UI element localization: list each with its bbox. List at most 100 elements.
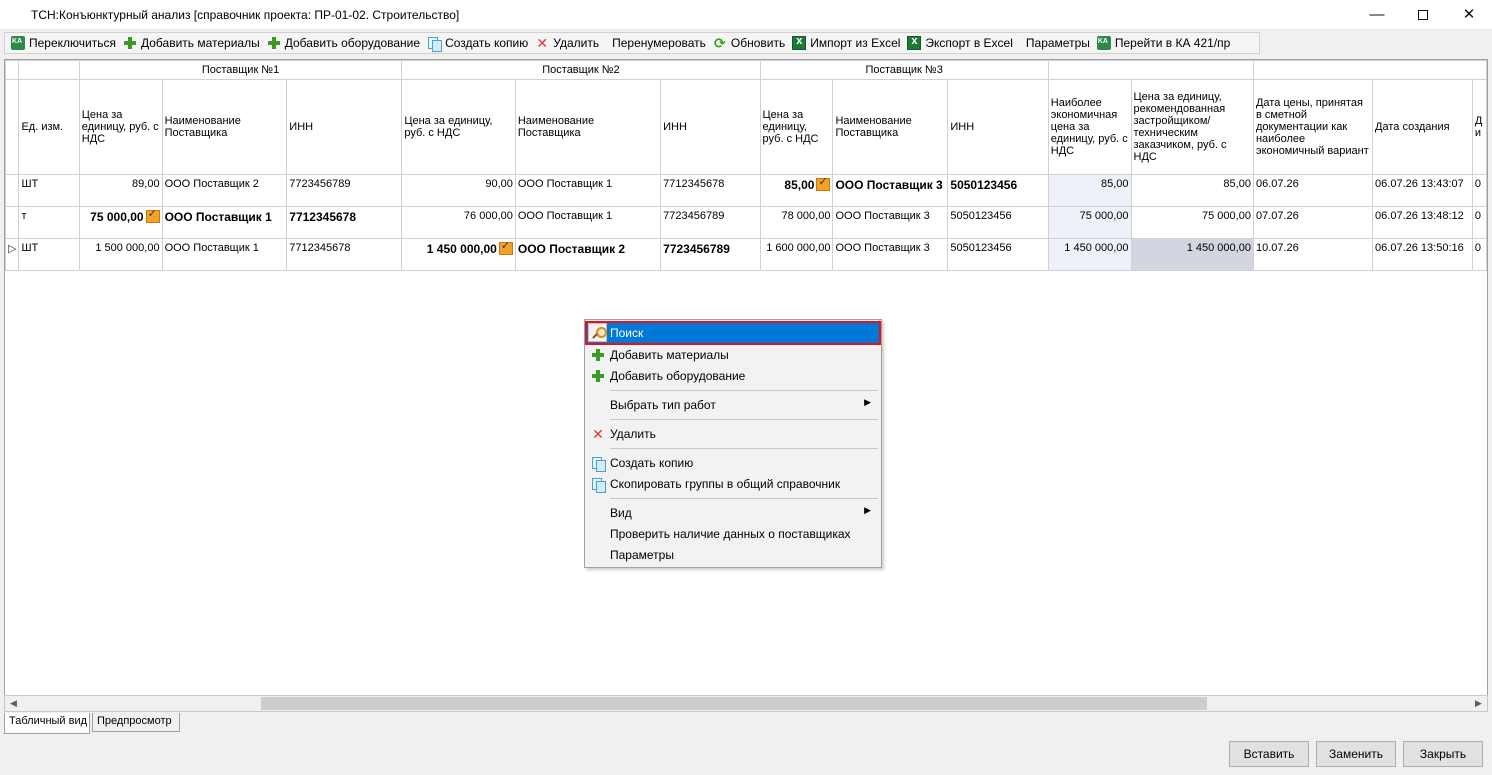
menu-item-add-materials[interactable]: Добавить материалы — [587, 345, 879, 365]
menu-item-create-copy[interactable]: Создать копию — [587, 453, 879, 473]
tab-preview[interactable]: Предпросмотр — [92, 713, 180, 732]
import-excel-button[interactable]: Импорт из Excel — [790, 33, 904, 53]
table-row[interactable]: ШТ 89,00 ООО Поставщик 2 7723456789 90,0… — [5, 174, 1487, 207]
cell-recommended-price[interactable]: 75 000,00 — [1130, 206, 1254, 239]
refresh-button[interactable]: ⟳ Обновить — [711, 33, 789, 53]
export-excel-button[interactable]: Экспорт в Excel — [905, 33, 1016, 53]
cell-price-date[interactable]: 07.07.26 — [1252, 206, 1374, 239]
cell-p1-name[interactable]: ООО Поставщик 1 — [161, 206, 288, 239]
column-header[interactable]: Цена за единицу, руб. с НДС — [759, 79, 834, 175]
cell-p2-price[interactable]: 1 450 000,00 — [401, 238, 516, 271]
column-header[interactable]: Ед. изм. — [18, 79, 80, 175]
cell-created-date[interactable]: 06.07.26 13:43:07 — [1372, 174, 1473, 207]
cell-p3-price[interactable]: 85,00 — [759, 174, 834, 207]
column-header[interactable]: Наименование Поставщика — [514, 79, 662, 175]
cell-best-price[interactable]: 1 450 000,00 — [1047, 238, 1132, 271]
column-header[interactable]: Д и — [1471, 79, 1487, 175]
column-header[interactable]: ИНН — [660, 79, 761, 175]
column-header[interactable]: Цена за единицу, руб. с НДС — [78, 79, 163, 175]
cell-best-price[interactable]: 75 000,00 — [1047, 206, 1132, 239]
cell-p3-name[interactable]: ООО Поставщик 3 — [832, 206, 949, 239]
create-copy-button[interactable]: Создать копию — [425, 33, 532, 53]
cell-p1-inn[interactable]: 7723456789 — [286, 174, 403, 207]
add-materials-button[interactable]: Добавить материалы — [121, 33, 264, 53]
renumber-button[interactable]: Перенумеровать — [604, 33, 710, 53]
row-indicator[interactable]: ▷ — [5, 238, 20, 271]
cell-best-price[interactable]: 85,00 — [1047, 174, 1132, 207]
column-header[interactable]: Цена за единицу, руб. с НДС — [401, 79, 516, 175]
menu-item-check-suppliers[interactable]: Проверить наличие данных о поставщиках — [587, 524, 879, 544]
cell-price-date[interactable]: 10.07.26 — [1252, 238, 1374, 271]
cell-unit[interactable]: т — [18, 206, 80, 239]
close-window-button[interactable]: ✕ — [1446, 0, 1492, 30]
close-button[interactable]: Закрыть — [1403, 741, 1483, 767]
cell-p3-inn[interactable]: 5050123456 — [947, 238, 1049, 271]
maximize-button[interactable] — [1400, 0, 1446, 30]
cell-p2-inn[interactable]: 7723456789 — [660, 238, 761, 271]
column-header[interactable]: Дата цены, принятая в сметной документац… — [1252, 79, 1374, 175]
cell-unit[interactable]: ШТ — [18, 238, 80, 271]
cell-p2-price[interactable]: 76 000,00 — [401, 206, 516, 239]
menu-item-delete[interactable]: ✕ Удалить — [587, 424, 879, 444]
switch-button[interactable]: Переключиться — [9, 33, 120, 53]
column-header[interactable]: Наименование Поставщика — [161, 79, 288, 175]
cell-p3-inn[interactable]: 5050123456 — [947, 206, 1049, 239]
menu-item-add-equipment[interactable]: Добавить оборудование — [587, 366, 879, 386]
cell-p2-name[interactable]: ООО Поставщик 1 — [514, 206, 662, 239]
cell-p3-price[interactable]: 1 600 000,00 — [759, 238, 834, 271]
row-header[interactable] — [5, 174, 20, 207]
copy-icon — [591, 477, 606, 493]
menu-item-search[interactable]: Поиск — [585, 321, 881, 345]
parameters-button[interactable]: Параметры — [1018, 33, 1094, 53]
menu-item-view[interactable]: Вид ▶ — [587, 503, 879, 523]
cell-p1-price[interactable]: 1 500 000,00 — [78, 238, 163, 271]
insert-button[interactable]: Вставить — [1229, 741, 1309, 767]
menu-item-copy-groups[interactable]: Скопировать группы в общий справочник — [587, 474, 879, 494]
cell-recommended-price[interactable]: 85,00 — [1130, 174, 1254, 207]
tab-table-view[interactable]: Табличный вид — [4, 713, 90, 734]
table-row[interactable]: т 75 000,00 ООО Поставщик 1 7712345678 7… — [5, 206, 1487, 239]
cell-p2-name[interactable]: ООО Поставщик 1 — [514, 174, 662, 207]
row-header[interactable] — [5, 206, 20, 239]
cell-p2-inn[interactable]: 7723456789 — [660, 206, 761, 239]
cell-p3-name[interactable]: ООО Поставщик 3 — [832, 238, 949, 271]
menu-item-work-type[interactable]: Выбрать тип работ ▶ — [587, 395, 879, 415]
minimize-button[interactable]: — — [1354, 0, 1400, 30]
cell-p1-name[interactable]: ООО Поставщик 2 — [161, 174, 288, 207]
cell-p3-price[interactable]: 78 000,00 — [759, 206, 834, 239]
scroll-left-arrow-icon[interactable]: ◀ — [5, 696, 22, 711]
column-header[interactable]: Наименование Поставщика — [832, 79, 949, 175]
cell-p3-name[interactable]: ООО Поставщик 3 — [832, 174, 949, 207]
cell-p1-price[interactable]: 75 000,00 — [78, 206, 163, 239]
cell-extra[interactable]: 0 — [1471, 206, 1487, 239]
replace-button[interactable]: Заменить — [1316, 741, 1396, 767]
column-header[interactable]: Дата создания — [1372, 79, 1473, 175]
cell-p2-price[interactable]: 90,00 — [401, 174, 516, 207]
cell-p2-inn[interactable]: 7712345678 — [660, 174, 761, 207]
add-equipment-button[interactable]: Добавить оборудование — [265, 33, 424, 53]
cell-p3-inn[interactable]: 5050123456 — [947, 174, 1049, 207]
menu-item-parameters[interactable]: Параметры — [587, 545, 879, 565]
horizontal-scrollbar[interactable]: ◀ ▶ — [4, 695, 1488, 712]
cell-p1-name[interactable]: ООО Поставщик 1 — [161, 238, 288, 271]
cell-extra[interactable]: 0 — [1471, 174, 1487, 207]
cell-p1-inn[interactable]: 7712345678 — [286, 206, 403, 239]
scroll-right-arrow-icon[interactable]: ▶ — [1470, 696, 1487, 711]
cell-created-date[interactable]: 06.07.26 13:50:16 — [1372, 238, 1473, 271]
delete-button[interactable]: ✕ Удалить — [533, 33, 603, 53]
cell-p1-inn[interactable]: 7712345678 — [286, 238, 403, 271]
go-to-ka-button[interactable]: Перейти в КА 421/пр — [1095, 33, 1234, 53]
column-header[interactable]: Цена за единицу, рекомендованная застрой… — [1130, 79, 1254, 175]
column-header[interactable]: ИНН — [947, 79, 1049, 175]
table-row[interactable]: ▷ ШТ 1 500 000,00 ООО Поставщик 1 771234… — [5, 238, 1487, 271]
cell-unit[interactable]: ШТ — [18, 174, 80, 207]
cell-price-date[interactable]: 06.07.26 — [1252, 174, 1374, 207]
cell-recommended-price[interactable]: 1 450 000,00 — [1130, 238, 1254, 271]
cell-extra[interactable]: 0 — [1471, 238, 1487, 271]
cell-p2-name[interactable]: ООО Поставщик 2 — [514, 238, 662, 271]
column-header[interactable]: Наиболее экономичная цена за единицу, ру… — [1047, 79, 1132, 175]
cell-p1-price[interactable]: 89,00 — [78, 174, 163, 207]
cell-created-date[interactable]: 06.07.26 13:48:12 — [1372, 206, 1473, 239]
scrollbar-thumb[interactable] — [261, 697, 1207, 710]
column-header[interactable]: ИНН — [286, 79, 403, 175]
